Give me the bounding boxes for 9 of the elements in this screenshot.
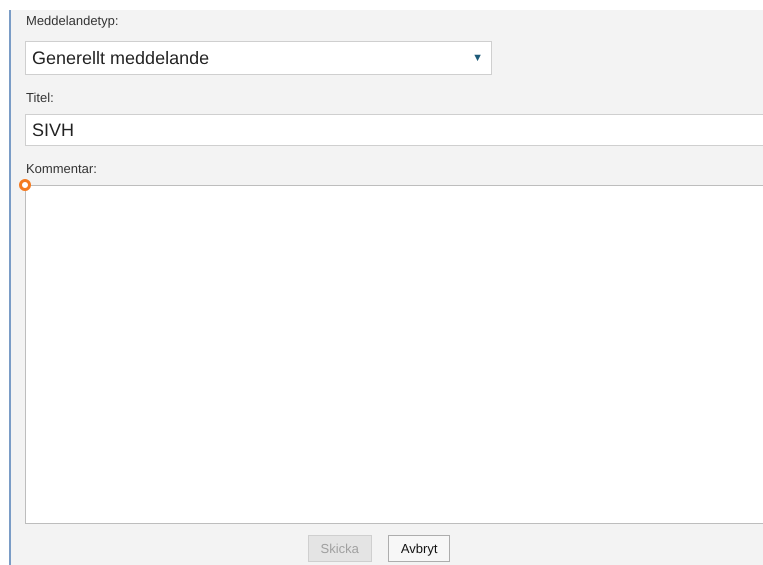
comment-field[interactable] <box>25 185 763 524</box>
field-label: Kommentar: <box>26 161 98 178</box>
resize-handle-icon[interactable] <box>19 179 31 191</box>
cancel-button[interactable]: Avbryt <box>388 535 450 562</box>
dropdown-arrow-icon: ▼ <box>472 52 483 64</box>
title-field[interactable]: SIVH <box>25 114 763 146</box>
message-type-dropdown[interactable]: Generellt meddelande ▼ <box>25 41 492 75</box>
field-label: Meddelandetyp: <box>26 13 120 30</box>
field-label: Titel: <box>26 90 55 107</box>
